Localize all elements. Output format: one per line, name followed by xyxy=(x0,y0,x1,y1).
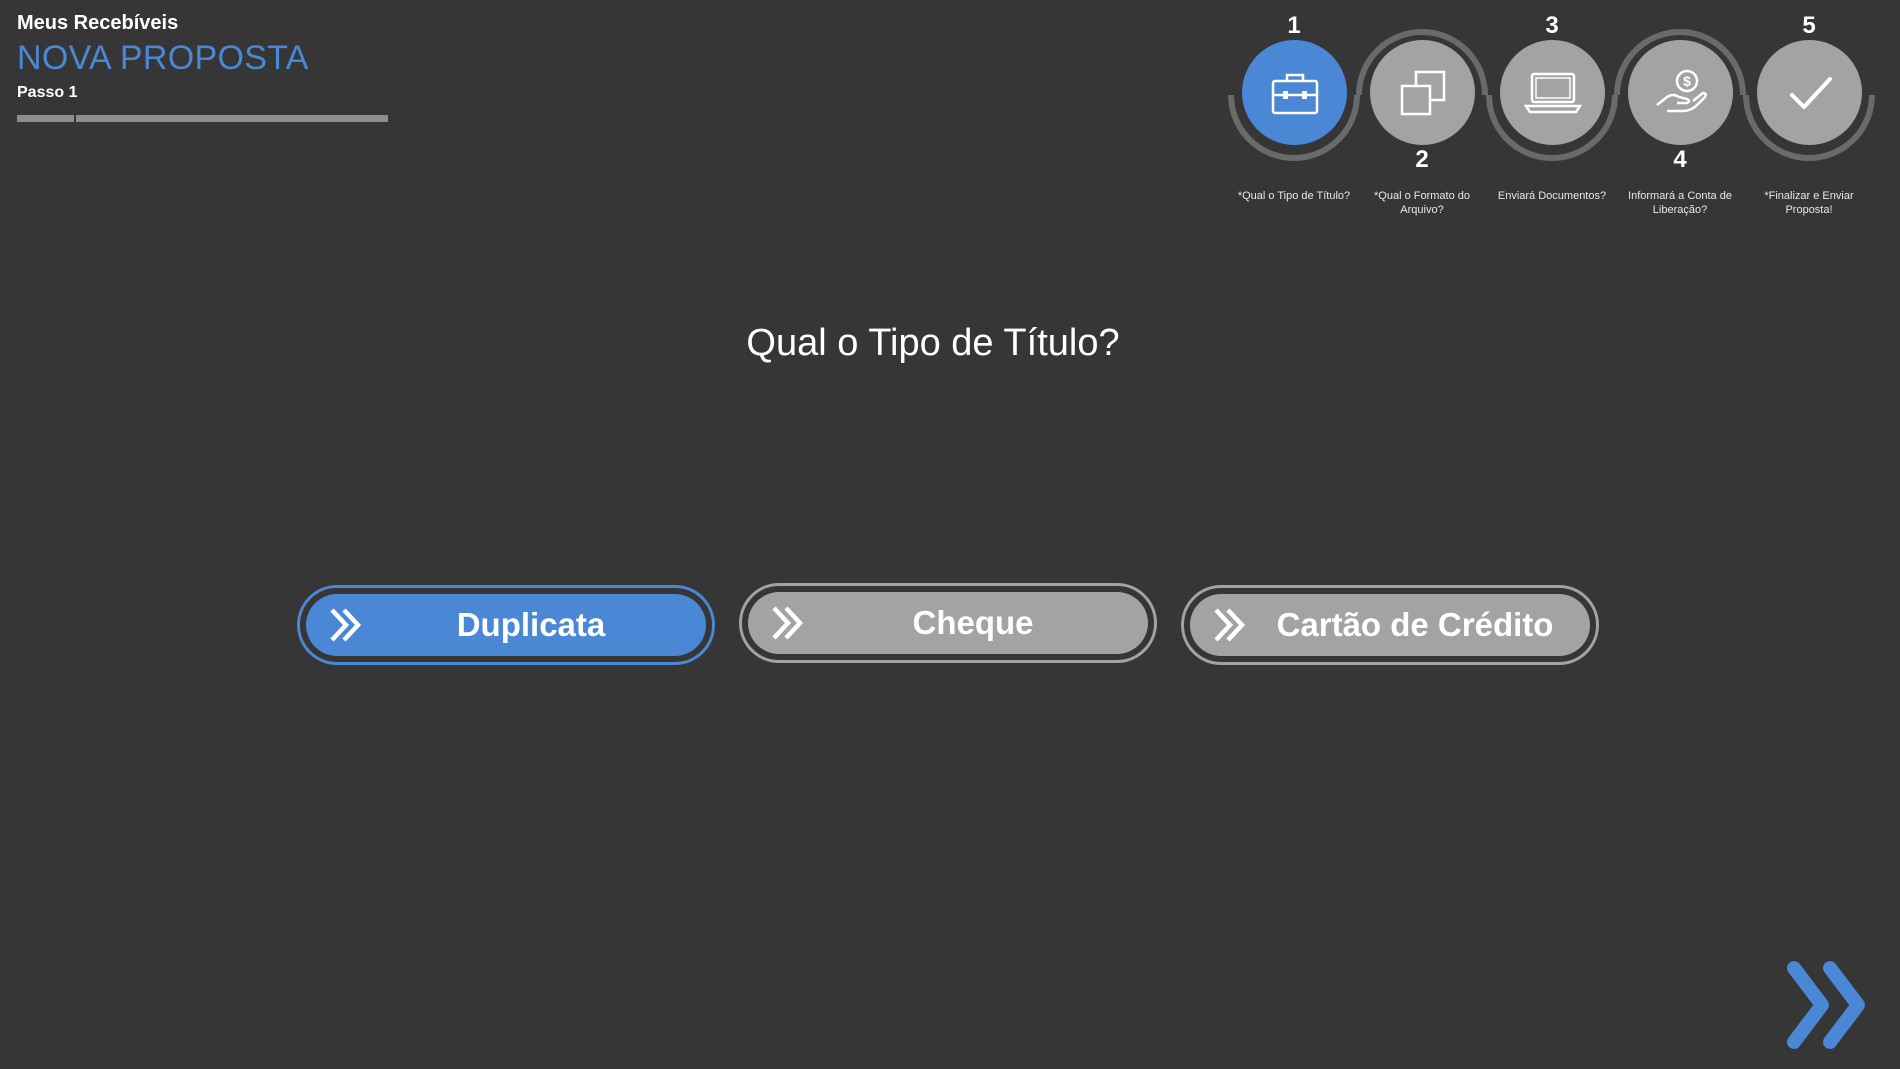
svg-text:$: $ xyxy=(1683,73,1691,89)
step-caption: *Finalizar e Enviar Proposta! xyxy=(1764,190,1854,216)
question-title: Qual o Tipo de Título? xyxy=(746,322,1120,364)
step-label: Passo 1 xyxy=(17,84,78,101)
progress-bar xyxy=(17,115,388,122)
progress-segment-done xyxy=(17,115,74,122)
progress-segment-remaining xyxy=(76,115,388,122)
step-caption: Enviará Documentos? xyxy=(1497,190,1607,202)
next-step-button[interactable] xyxy=(1786,958,1881,1053)
step-caption: *Qual o Formato do Arquivo? xyxy=(1374,190,1470,216)
double-chevron-right-icon xyxy=(1787,961,1865,1049)
stepper-step-1[interactable]: 1 *Qual o Tipo de Título? xyxy=(1224,8,1364,228)
page-header: Meus Recebíveis NOVA PROPOSTA Passo 1 xyxy=(17,12,309,102)
briefcase-icon xyxy=(1271,73,1318,114)
button-fill: Cartão de Crédito xyxy=(1190,594,1590,656)
stepper-step-4[interactable]: $ 4 Informará a Conta de Liberação? xyxy=(1610,8,1750,228)
laptop-icon xyxy=(1523,72,1582,113)
option-label: Cartão de Crédito xyxy=(1276,606,1554,643)
stepper-step-2[interactable]: 2 *Qual o Formato do Arquivo? xyxy=(1352,8,1492,228)
option-cheque-button[interactable]: Cheque xyxy=(739,583,1157,663)
step-caption: Informará a Conta de Liberação? xyxy=(1628,190,1732,216)
copy-files-icon xyxy=(1400,70,1445,115)
step-number: 4 xyxy=(1673,146,1687,173)
step-circle xyxy=(1370,40,1475,145)
option-label: Cheque xyxy=(912,604,1034,641)
step-caption: *Qual o Tipo de Título? xyxy=(1237,190,1351,202)
hand-money-icon: $ xyxy=(1655,69,1707,112)
double-chevron-right-icon xyxy=(772,606,804,640)
double-chevron-right-icon xyxy=(1214,608,1246,642)
wizard-stepper: 1 *Qual o Tipo de Título? 2 *Qual o Form… xyxy=(1224,8,1884,228)
double-chevron-right-icon xyxy=(330,608,362,642)
step-number: 2 xyxy=(1415,146,1429,173)
step-circle xyxy=(1242,40,1347,145)
stepper-step-5[interactable]: 5 *Finalizar e Enviar Proposta! xyxy=(1739,8,1879,228)
step-circle xyxy=(1757,40,1862,145)
checkmark-icon xyxy=(1789,76,1832,109)
stepper-step-3[interactable]: 3 Enviará Documentos? xyxy=(1482,8,1622,228)
page-title: NOVA PROPOSTA xyxy=(17,39,309,77)
app-title: Meus Recebíveis xyxy=(17,12,179,34)
step-circle xyxy=(1500,40,1605,145)
option-duplicata-button[interactable]: Duplicata xyxy=(297,585,715,665)
option-cartao-de-credito-button[interactable]: Cartão de Crédito xyxy=(1181,585,1599,665)
option-label: Duplicata xyxy=(456,606,606,643)
button-fill: Cheque xyxy=(748,592,1148,654)
step-circle: $ xyxy=(1628,40,1733,145)
button-fill: Duplicata xyxy=(306,594,706,656)
